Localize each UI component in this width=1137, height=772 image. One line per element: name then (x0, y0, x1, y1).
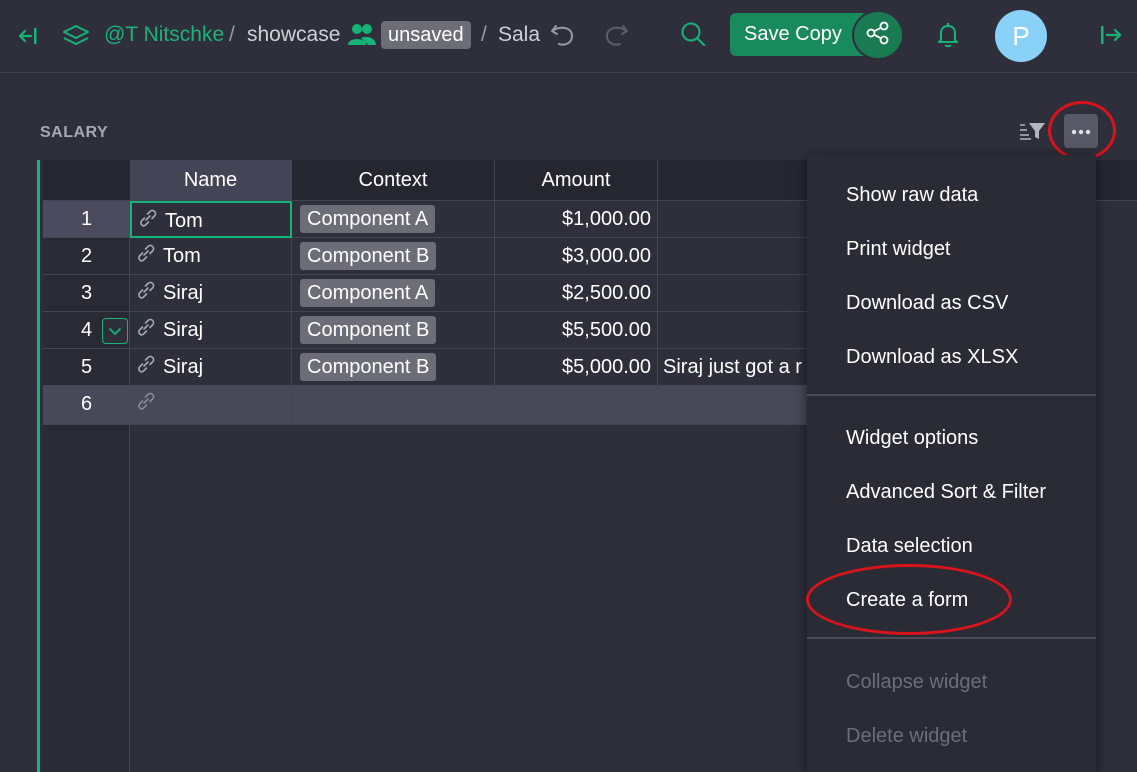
link-icon (138, 204, 158, 227)
undo-icon[interactable] (548, 20, 578, 50)
cell-name-new[interactable] (130, 386, 292, 425)
cell-context[interactable]: Component B (292, 312, 495, 349)
cell-context[interactable]: Component A (292, 275, 495, 312)
column-header-amount[interactable]: Amount (495, 160, 658, 201)
layers-icon[interactable] (62, 23, 90, 49)
menu-divider (807, 637, 1096, 639)
menu-item-delete-widget: Delete widget (846, 725, 968, 747)
breadcrumb-separator: / (229, 23, 235, 46)
share-icon (865, 20, 891, 51)
gutter-header[interactable] (43, 160, 130, 201)
menu-item-widget-options[interactable]: Widget options (846, 424, 978, 452)
cell-amount-new[interactable] (495, 386, 658, 425)
cell-name-text: Siraj (163, 356, 204, 378)
bell-icon[interactable] (933, 20, 963, 50)
link-icon (136, 350, 156, 373)
avatar[interactable]: P (995, 10, 1047, 62)
link-icon (136, 313, 156, 336)
menu-item-advanced-sort-filter[interactable]: Advanced Sort & Filter (846, 478, 1046, 506)
cell-amount[interactable]: $2,500.00 (495, 275, 658, 312)
cell-context[interactable]: Component B (292, 238, 495, 275)
cell-name-text: Siraj (163, 319, 204, 341)
top-bar: @T Nitschke / showcase unsaved / Sala Sa… (0, 0, 1137, 73)
breadcrumb-doc[interactable]: showcase (247, 21, 340, 49)
highlight-annotation (1048, 101, 1116, 160)
cell-name-text: Siraj (163, 282, 204, 304)
breadcrumb-page[interactable]: Sala (498, 21, 540, 49)
reference-chip: Component B (300, 353, 437, 381)
cell-amount[interactable]: $1,000.00 (495, 201, 658, 238)
menu-item-print-widget[interactable]: Print widget (846, 235, 951, 263)
row-number-4[interactable]: 4 (43, 312, 130, 349)
highlight-annotation (806, 564, 1012, 635)
search-icon[interactable] (678, 20, 708, 50)
menu-item-show-raw-data[interactable]: Show raw data (846, 181, 978, 209)
row-number[interactable]: 1 (43, 201, 130, 238)
menu-item-data-selection[interactable]: Data selection (846, 532, 973, 560)
cell-amount[interactable]: $5,000.00 (495, 349, 658, 386)
cell-amount[interactable]: $5,500.00 (495, 312, 658, 349)
cell-name-text: Tom (165, 210, 203, 232)
sort-filter-icon[interactable] (1018, 119, 1046, 143)
cell-context[interactable]: Component A (292, 201, 495, 238)
reference-chip: Component A (300, 279, 436, 307)
reference-chip: Component A (300, 205, 436, 233)
cell-name-text: Tom (163, 245, 201, 267)
row-number[interactable]: 2 (43, 238, 130, 275)
cell-context[interactable]: Component B (292, 349, 495, 386)
users-icon (347, 22, 377, 48)
menu-divider (807, 394, 1096, 396)
cell-amount[interactable]: $3,000.00 (495, 238, 658, 275)
expand-row-icon[interactable] (102, 318, 128, 344)
reference-chip: Component B (300, 316, 437, 344)
link-icon (136, 276, 156, 299)
menu-item-collapse-widget: Collapse widget (846, 671, 988, 693)
save-copy-button[interactable]: Save Copy (730, 13, 870, 56)
widget-menu: Show raw data Print widget Download as C… (807, 155, 1096, 772)
menu-item-download-csv[interactable]: Download as CSV (846, 289, 1008, 317)
cell-name[interactable]: Tom (130, 201, 292, 238)
unsaved-badge: unsaved (381, 21, 471, 49)
link-icon (136, 239, 156, 262)
row-gutter: 1 2 3 4 5 6 (43, 160, 130, 772)
column-header-context[interactable]: Context (292, 160, 495, 201)
cell-name[interactable]: Siraj (130, 275, 292, 312)
breadcrumb-org[interactable]: @T Nitschke (104, 21, 224, 49)
share-button[interactable] (852, 10, 904, 60)
redo-icon[interactable] (601, 20, 631, 50)
column-header-name[interactable]: Name (130, 160, 292, 201)
link-icon (136, 387, 156, 410)
cell-name[interactable]: Siraj (130, 349, 292, 386)
cell-context-new[interactable] (292, 386, 495, 425)
breadcrumb-separator: / (481, 23, 487, 46)
row-number[interactable]: 5 (43, 349, 130, 386)
collapse-panel-icon[interactable] (16, 24, 40, 48)
reference-chip: Component B (300, 242, 437, 270)
menu-item-download-xlsx[interactable]: Download as XLSX (846, 343, 1018, 371)
widget-title: SALARY (40, 124, 109, 141)
row-number[interactable]: 3 (43, 275, 130, 312)
row-number-new[interactable]: 6 (43, 386, 130, 425)
cell-name[interactable]: Tom (130, 238, 292, 275)
exit-icon[interactable] (1098, 22, 1124, 48)
cell-name[interactable]: Siraj (130, 312, 292, 349)
